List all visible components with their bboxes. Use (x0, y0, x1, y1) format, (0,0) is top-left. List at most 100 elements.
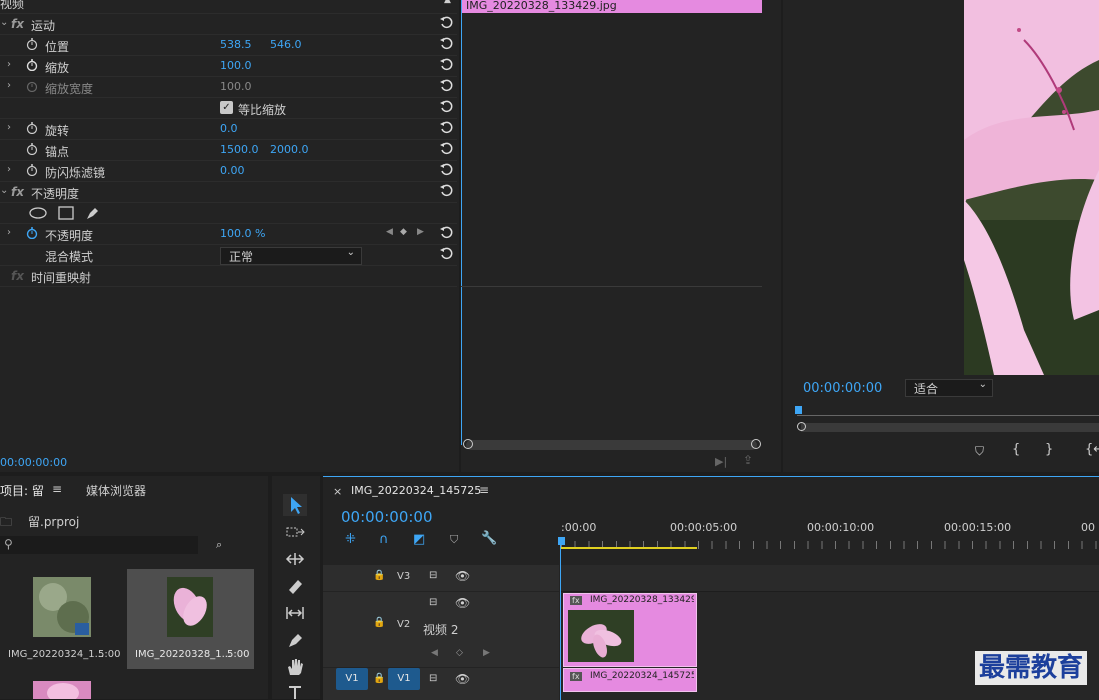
monitor-playhead[interactable] (795, 406, 802, 414)
pen-mask-icon[interactable] (85, 205, 101, 221)
chevron-right-icon[interactable]: › (7, 122, 11, 133)
reset-icon[interactable] (439, 37, 453, 51)
clip-v1[interactable]: fx IMG_20220324_145725.j (563, 668, 697, 692)
pen-tool-icon[interactable] (283, 629, 307, 651)
blend-mode-select[interactable]: 正常 ⌄ (220, 247, 362, 265)
anti-flicker-value[interactable]: 0.00 (220, 164, 245, 177)
program-timecode[interactable]: 00:00:00:00 (803, 381, 882, 396)
chevron-down-icon[interactable]: ⌄ (0, 17, 8, 28)
uniform-scale-checkbox[interactable]: ✓ (220, 101, 233, 114)
stopwatch-icon[interactable] (26, 59, 38, 71)
lock-icon[interactable]: 🔒 (373, 570, 385, 581)
prev-keyframe-icon[interactable]: ◀ (386, 227, 393, 237)
scroll-handle[interactable] (797, 422, 806, 431)
ripple-edit-tool-icon[interactable] (283, 548, 307, 570)
media-thumb-1[interactable]: IMG_20220324_1... 5:00 (0, 569, 125, 669)
linked-selection-icon[interactable]: ∩ (379, 532, 389, 547)
anchor-y-value[interactable]: 2000.0 (270, 143, 309, 156)
close-icon[interactable]: × (333, 485, 342, 498)
tab-project[interactable]: 项目: 留 (0, 482, 44, 499)
reset-icon[interactable] (439, 247, 453, 261)
zoom-handle-right[interactable] (751, 439, 761, 449)
track-select-tool-icon[interactable] (283, 521, 307, 543)
playhead-line[interactable] (461, 0, 462, 445)
add-keyframe-icon[interactable]: ◆ (400, 227, 407, 237)
opacity-section-row[interactable]: ⌄ fx 不透明度 (0, 182, 457, 203)
chevron-right-icon[interactable]: › (7, 59, 11, 70)
media-thumb-2[interactable]: IMG_20220328_1... 5:00 (127, 569, 254, 669)
reset-icon[interactable] (439, 184, 453, 198)
monitor-ruler[interactable] (797, 415, 1099, 416)
search-input[interactable]: ⚲ (0, 536, 198, 554)
reset-icon[interactable] (439, 16, 453, 30)
settings-wrench-icon[interactable]: 🔧 (481, 531, 497, 546)
prev-keyframe-icon[interactable]: ◀ (431, 648, 438, 658)
timeline-playhead-head[interactable] (558, 537, 565, 545)
next-keyframe-icon[interactable]: ▶ (483, 648, 490, 658)
reset-icon[interactable] (439, 142, 453, 156)
reset-icon[interactable] (439, 121, 453, 135)
zoom-handle-left[interactable] (463, 439, 473, 449)
sync-lock-icon[interactable]: ⊟ (429, 673, 437, 684)
slip-tool-icon[interactable] (283, 602, 307, 624)
scale-value[interactable]: 100.0 (220, 59, 252, 72)
stopwatch-icon[interactable] (26, 164, 38, 176)
go-to-in-icon[interactable]: {← (1085, 442, 1099, 457)
stopwatch-icon[interactable] (26, 227, 38, 239)
add-keyframe-icon[interactable]: ◇ (456, 648, 463, 658)
eye-icon[interactable]: 👁 (455, 596, 470, 610)
zoom-scrollbar[interactable] (466, 440, 757, 450)
monitor-scrollbar[interactable] (801, 423, 1099, 432)
stopwatch-icon[interactable] (26, 122, 38, 134)
hand-tool-icon[interactable] (283, 656, 307, 678)
play-only-audio-icon[interactable]: ▶| (715, 455, 727, 468)
reset-icon[interactable] (439, 79, 453, 93)
reset-icon[interactable] (439, 100, 453, 114)
chevron-right-icon[interactable]: › (7, 227, 11, 238)
eye-icon[interactable]: 👁 (455, 569, 470, 583)
chevron-right-icon[interactable]: › (7, 164, 11, 175)
stopwatch-icon[interactable] (26, 143, 38, 155)
panel-menu-icon[interactable]: ≡ (52, 482, 62, 496)
position-y-value[interactable]: 546.0 (270, 38, 302, 51)
reset-icon[interactable] (439, 226, 453, 240)
add-marker-icon[interactable]: ◩ (413, 532, 425, 547)
rotation-value[interactable]: 0.0 (220, 122, 238, 135)
lock-icon[interactable]: 🔒 (373, 673, 385, 684)
clip-v2[interactable]: fx IMG_20220328_133429.j (563, 593, 697, 667)
effect-controls-timecode[interactable]: 00:00:00:00 (0, 456, 67, 469)
opacity-value[interactable]: 100.0 % (220, 227, 265, 240)
program-preview[interactable] (964, 0, 1099, 375)
fit-select[interactable]: 适合 ⌄ (905, 379, 993, 397)
ellipse-mask-icon[interactable] (29, 207, 47, 219)
sync-lock-icon[interactable]: ⊟ (429, 570, 437, 581)
tab-media-browser[interactable]: 媒体浏览器 (86, 482, 146, 499)
reset-icon[interactable] (439, 58, 453, 72)
source-patch-v1[interactable]: V1 (336, 668, 368, 690)
export-icon[interactable]: ⇪ (743, 453, 753, 467)
anchor-x-value[interactable]: 1500.0 (220, 143, 259, 156)
razor-tool-icon[interactable] (283, 575, 307, 597)
marker-icon[interactable]: ⛉ (450, 533, 458, 547)
motion-row[interactable]: ⌄ fx 运动 (0, 14, 457, 35)
chevron-down-icon[interactable]: ⌄ (0, 185, 8, 196)
lock-icon[interactable]: 🔒 (373, 617, 385, 628)
work-area-bar[interactable] (561, 547, 697, 549)
snap-icon[interactable]: ⁜ (345, 532, 356, 547)
stopwatch-icon[interactable] (26, 38, 38, 50)
position-x-value[interactable]: 538.5 (220, 38, 252, 51)
selection-tool-icon[interactable] (283, 494, 307, 516)
sequence-timecode[interactable]: 00:00:00:00 (341, 508, 433, 526)
type-tool-icon[interactable] (283, 683, 307, 699)
next-keyframe-icon[interactable]: ▶ (417, 227, 424, 237)
find-icon[interactable]: ⌕ (216, 538, 222, 552)
panel-menu-icon[interactable]: ≡ (479, 483, 489, 497)
chevron-right-icon[interactable]: › (7, 80, 11, 91)
sequence-tab[interactable]: IMG_20220324_145725 (351, 484, 481, 497)
mark-in-icon[interactable]: { (1012, 442, 1020, 457)
reset-icon[interactable] (439, 163, 453, 177)
rectangle-mask-icon[interactable] (58, 206, 74, 220)
eye-icon[interactable]: 👁 (455, 672, 470, 686)
track-v1-label[interactable]: V1 (388, 668, 420, 690)
mark-out-icon[interactable]: } (1045, 442, 1053, 457)
